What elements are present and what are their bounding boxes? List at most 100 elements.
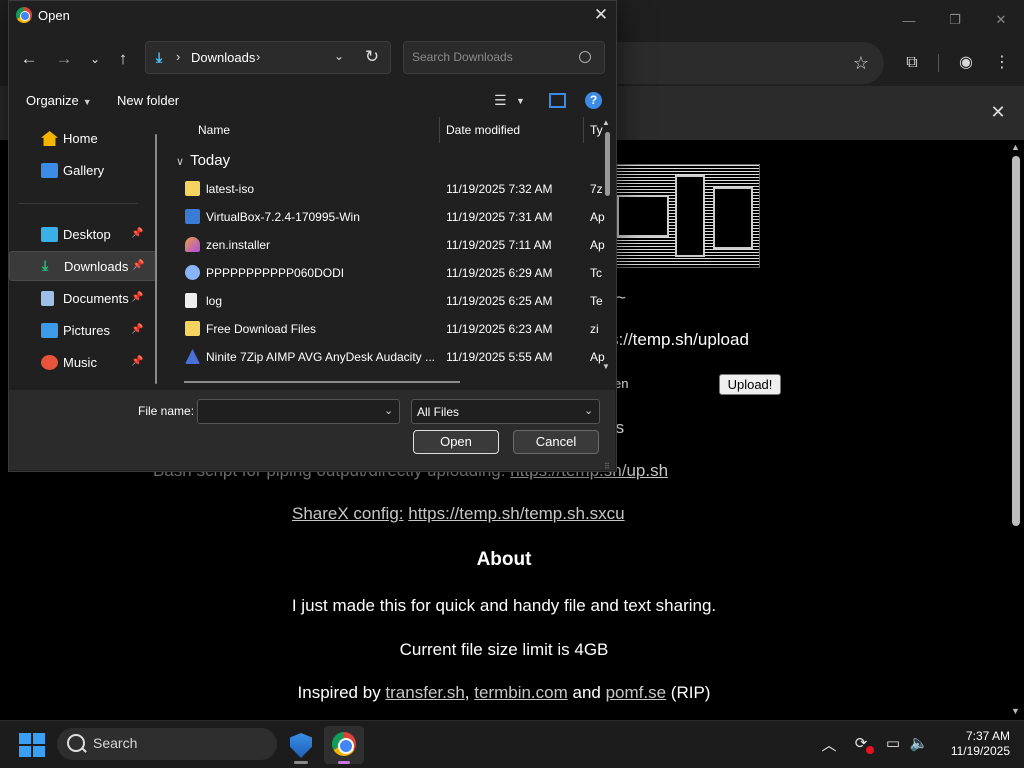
- nav-item-label: Documents: [63, 291, 129, 306]
- nav-item-gallery[interactable]: Gallery: [9, 156, 157, 186]
- recent-locations-chevron-icon[interactable]: ⌄: [84, 48, 106, 70]
- dialog-close-icon[interactable]: ✕: [588, 4, 614, 26]
- documents-icon: [41, 291, 54, 306]
- nav-item-desktop[interactable]: Desktop 📌: [9, 220, 157, 250]
- file-row[interactable]: zen.installer 11/19/2025 7:11 AM Ap: [170, 231, 605, 259]
- termbin-link[interactable]: termbin.com: [474, 683, 568, 702]
- scroll-up-icon[interactable]: ▲: [602, 118, 610, 127]
- refresh-icon[interactable]: ↻: [361, 47, 383, 69]
- pomf-link[interactable]: pomf.se: [606, 683, 666, 702]
- group-collapse-chevron-icon[interactable]: ∨: [176, 156, 184, 168]
- chrome-title-icon: [16, 7, 32, 23]
- window-close-icon[interactable]: ✕: [978, 0, 1024, 40]
- column-divider[interactable]: [439, 117, 440, 143]
- column-divider[interactable]: [583, 117, 584, 143]
- nav-item-pictures[interactable]: Pictures 📌: [9, 316, 157, 346]
- tray-overflow-chevron-icon[interactable]: ︿: [818, 734, 840, 755]
- dialog-search-box[interactable]: [403, 41, 605, 74]
- resize-grip-icon[interactable]: ⠿: [604, 462, 610, 471]
- file-type: Tc: [590, 266, 602, 280]
- group-header-today[interactable]: ∨ Today: [176, 152, 230, 169]
- help-icon[interactable]: ?: [585, 92, 602, 109]
- file-name: PPPPPPPPPPP060DODI: [206, 266, 345, 280]
- organize-menu[interactable]: Organize ▼: [26, 93, 92, 108]
- menu-kebab-icon[interactable]: ⋮: [990, 52, 1014, 74]
- file-row[interactable]: log 11/19/2025 6:25 AM Te: [170, 287, 604, 315]
- view-details-icon[interactable]: ☰: [494, 92, 507, 110]
- nav-item-downloads[interactable]: ⤓ Downloads 📌: [9, 251, 157, 281]
- view-options-caret-icon[interactable]: ▼: [516, 96, 525, 114]
- taskbar-search[interactable]: Search: [57, 728, 277, 760]
- file-row[interactable]: VirtualBox-7.2.4-170995-Win 11/19/2025 7…: [170, 203, 605, 231]
- pin-icon[interactable]: 📌: [131, 324, 143, 335]
- restore-icon[interactable]: ❐: [932, 0, 978, 40]
- pin-icon[interactable]: 📌: [131, 292, 143, 303]
- profile-icon[interactable]: ◉: [954, 52, 978, 74]
- taskbar-chrome-app[interactable]: [324, 726, 364, 764]
- torrent-icon: [185, 265, 200, 280]
- file-name-input[interactable]: [204, 404, 374, 418]
- breadcrumb-separator-icon[interactable]: ›: [176, 49, 180, 64]
- column-header-date[interactable]: Date modified: [446, 123, 520, 137]
- file-type: Te: [590, 294, 603, 308]
- scrollbar-thumb[interactable]: [1012, 156, 1020, 526]
- cancel-button[interactable]: Cancel: [513, 430, 599, 454]
- taskbar-clock[interactable]: 7:37 AM 11/19/2025: [936, 729, 1010, 759]
- nav-item-music[interactable]: Music 📌: [9, 348, 157, 378]
- sharex-config-link[interactable]: https://temp.sh/temp.sh.sxcu: [408, 504, 624, 523]
- file-row[interactable]: PPPPPPPPPPP060DODI 11/19/2025 6:29 AM Tc: [170, 259, 604, 287]
- dialog-search-input[interactable]: [412, 50, 572, 64]
- dialog-address-bar[interactable]: ⤓ › Downloads › ⌄: [145, 41, 391, 74]
- breadcrumb-chevron-icon[interactable]: ›: [256, 49, 260, 64]
- bookmark-star-icon[interactable]: ☆: [850, 52, 872, 74]
- page-scrollbar[interactable]: ▲ ▼: [1008, 140, 1024, 720]
- file-row[interactable]: Free Download Files 11/19/2025 6:23 AM z…: [170, 315, 604, 343]
- new-folder-button[interactable]: New folder: [117, 93, 179, 108]
- nav-pane-scrollbar[interactable]: [155, 134, 157, 384]
- column-header-type[interactable]: Ty: [590, 123, 603, 137]
- file-row[interactable]: latest-iso 11/19/2025 7:32 AM 7z: [170, 175, 604, 203]
- logo-block: [617, 195, 669, 237]
- file-type-value: All Files: [417, 405, 460, 419]
- file-list-horizontal-scrollbar[interactable]: [184, 381, 460, 383]
- scroll-down-icon[interactable]: ▼: [602, 362, 610, 371]
- size-limit-text: Current file size limit is 4GB: [399, 640, 609, 659]
- sharex-label-link[interactable]: ShareX config:: [292, 504, 404, 523]
- back-arrow-icon[interactable]: ←: [18, 48, 40, 70]
- start-windows-icon[interactable]: [19, 733, 45, 757]
- network-icon[interactable]: ▭: [882, 734, 904, 752]
- zen-icon: [185, 237, 200, 252]
- file-date: 11/19/2025 7:11 AM: [446, 238, 552, 252]
- file-name-combobox[interactable]: ⌄: [197, 399, 400, 424]
- volume-icon[interactable]: 🔈: [908, 734, 930, 752]
- nav-item-documents[interactable]: Documents 📌: [9, 284, 157, 314]
- minimize-icon[interactable]: —: [886, 0, 932, 40]
- info-bar-close-icon[interactable]: ✕: [986, 100, 1010, 124]
- file-type-select[interactable]: All Files ⌄: [411, 399, 600, 424]
- scrollbar-thumb[interactable]: [605, 132, 610, 196]
- open-button[interactable]: Open: [413, 430, 499, 454]
- file-list-vertical-scrollbar[interactable]: ▲ ▼: [602, 118, 614, 374]
- forward-arrow-icon[interactable]: →: [53, 48, 75, 70]
- scroll-up-icon[interactable]: ▲: [1011, 142, 1020, 152]
- nav-item-home[interactable]: Home: [9, 124, 157, 154]
- scroll-down-icon[interactable]: ▼: [1011, 706, 1020, 716]
- address-bar[interactable]: [612, 42, 884, 84]
- cast-search-icon[interactable]: ⧉: [900, 52, 924, 74]
- taskbar-security-app[interactable]: [281, 726, 321, 764]
- file-date: 11/19/2025 6:25 AM: [446, 294, 553, 308]
- pin-icon[interactable]: 📌: [131, 228, 143, 239]
- address-dropdown-icon[interactable]: ⌄: [334, 49, 344, 63]
- nav-item-label: Music: [63, 355, 97, 370]
- upload-button[interactable]: Upload!: [719, 374, 781, 395]
- column-header-name[interactable]: Name: [198, 123, 230, 137]
- file-row[interactable]: Ninite 7Zip AIMP AVG AnyDesk Audacity ..…: [170, 343, 605, 371]
- file-name-dropdown-icon[interactable]: ⌄: [384, 404, 393, 417]
- transfer-sh-link[interactable]: transfer.sh: [385, 683, 464, 702]
- preview-pane-icon[interactable]: [549, 93, 566, 108]
- breadcrumb-downloads[interactable]: Downloads: [191, 50, 255, 65]
- pin-icon[interactable]: 📌: [131, 356, 143, 367]
- pin-icon[interactable]: 📌: [132, 260, 144, 271]
- file-type-dropdown-icon: ⌄: [584, 405, 594, 417]
- up-arrow-icon[interactable]: ↑: [112, 48, 134, 70]
